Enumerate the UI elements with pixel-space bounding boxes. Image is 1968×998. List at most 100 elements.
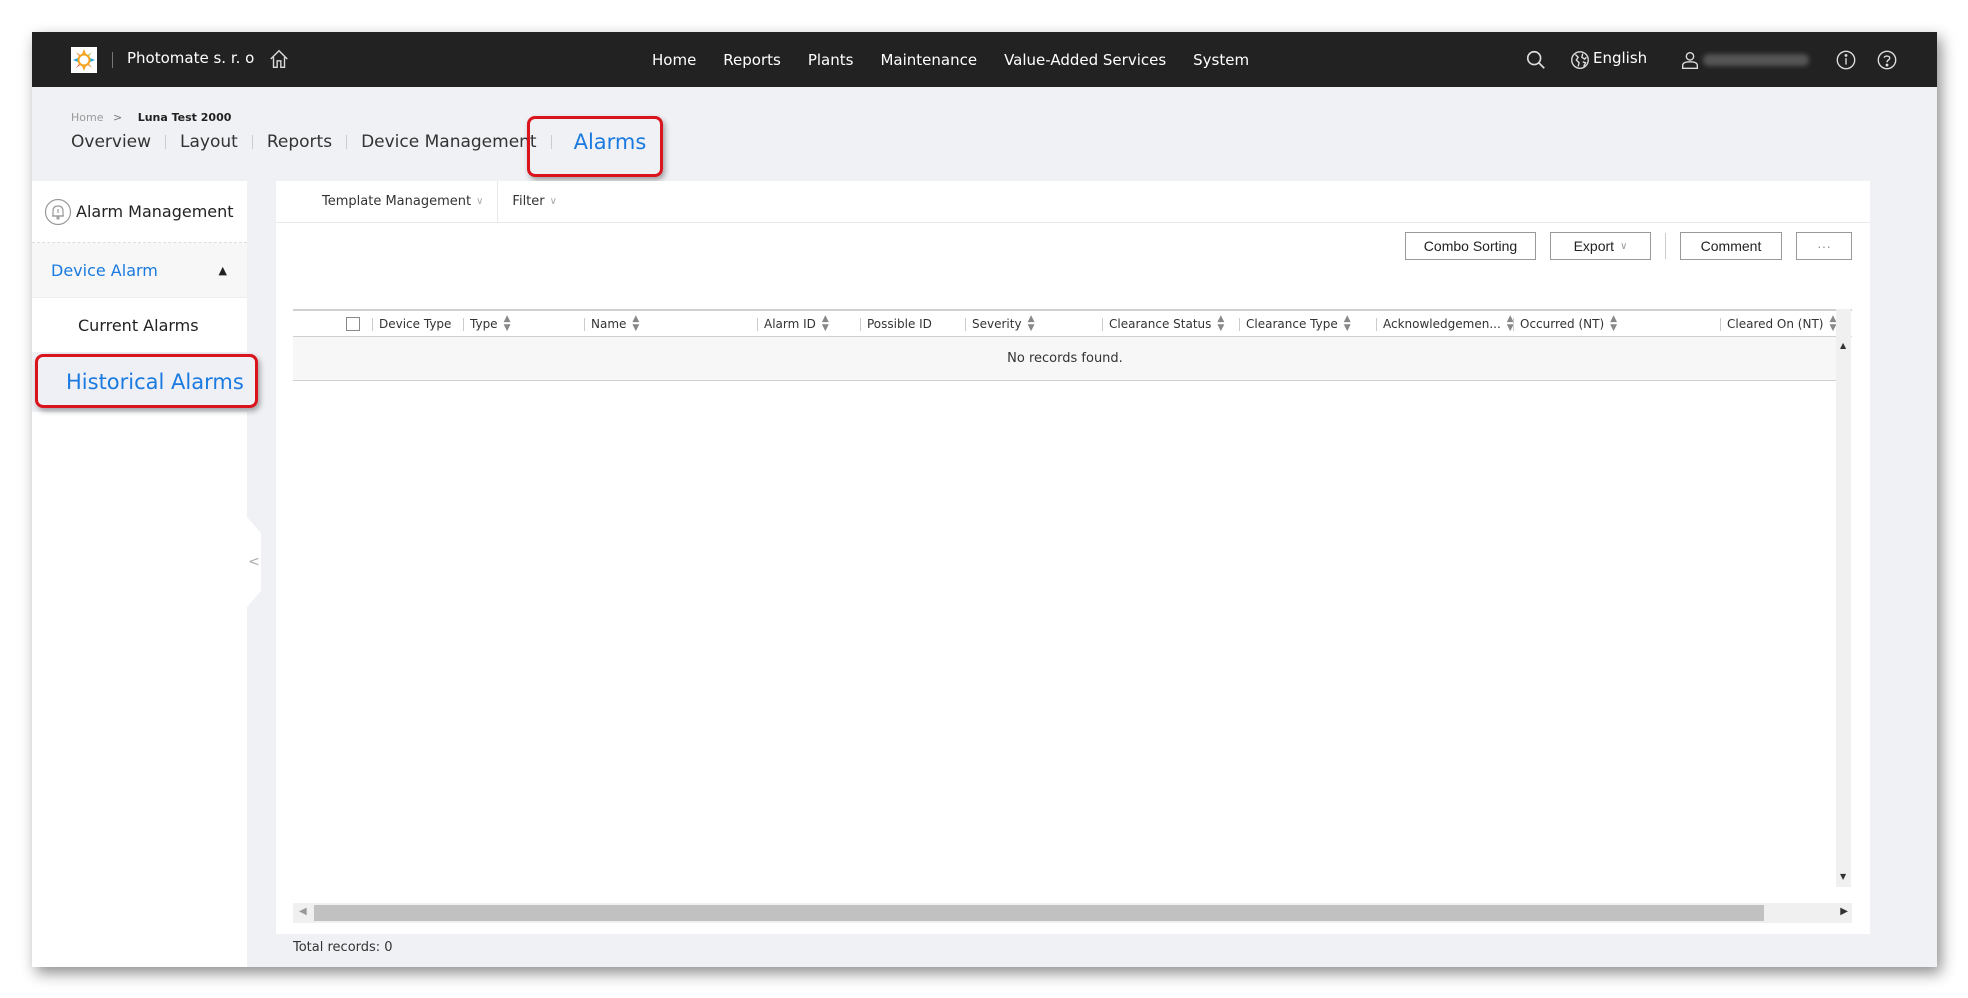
help-icon[interactable] bbox=[1876, 49, 1898, 71]
column-label: Cleared On (NT) bbox=[1727, 317, 1824, 331]
scroll-left-arrow[interactable]: ◀ bbox=[299, 906, 307, 917]
sort-icon[interactable]: ▲ ▼ bbox=[632, 315, 639, 333]
action-buttons: Combo Sorting Export ∨ Comment ··· bbox=[1405, 232, 1852, 260]
top-navigation-bar: Photomate s. r. o Home Reports Plants Ma… bbox=[32, 32, 1937, 87]
column-cleared-on[interactable]: Cleared On (NT) ▲ ▼ bbox=[1720, 311, 1836, 337]
more-button[interactable]: ··· bbox=[1796, 232, 1852, 260]
chevron-left-icon: < bbox=[248, 554, 260, 570]
column-device-type[interactable]: Device Type bbox=[372, 311, 451, 337]
toolbar-divider bbox=[497, 180, 499, 223]
nav-value-added-services[interactable]: Value-Added Services bbox=[1004, 51, 1166, 69]
home-icon[interactable] bbox=[268, 48, 290, 70]
search-icon[interactable] bbox=[1525, 49, 1547, 71]
column-label: Alarm ID bbox=[764, 317, 816, 331]
column-label: Severity bbox=[972, 317, 1022, 331]
chevron-down-icon: ∨ bbox=[1620, 240, 1628, 252]
sidebar-group-device-alarm[interactable]: Device Alarm ▲ bbox=[32, 243, 247, 298]
sort-icon[interactable]: ▲ ▼ bbox=[1610, 315, 1617, 333]
scroll-right-arrow[interactable]: ▶ bbox=[1840, 906, 1848, 917]
vertical-scrollbar[interactable]: ▲ ▼ bbox=[1836, 309, 1851, 887]
nav-reports[interactable]: Reports bbox=[723, 51, 781, 69]
filter-label: Filter bbox=[512, 194, 545, 209]
column-acknowledgement[interactable]: Acknowledgemen... ▲ ▼ bbox=[1376, 311, 1514, 337]
sort-icon[interactable]: ▲ ▼ bbox=[822, 315, 829, 333]
column-label: Possible ID bbox=[867, 317, 932, 331]
company-name: Photomate s. r. o bbox=[127, 49, 255, 67]
alarms-panel: Template Management ∨ Filter ∨ Combo Sor… bbox=[276, 180, 1870, 955]
table-header: Device Type Type ▲ ▼ Name ▲ ▼ Alarm ID ▲ ▼ Pos… bbox=[293, 309, 1852, 337]
alarm-sidebar: Alarm Management Device Alarm ▲ Current … bbox=[32, 181, 247, 967]
app-window: Photomate s. r. o Home Reports Plants Ma… bbox=[32, 32, 1937, 967]
combo-sorting-button[interactable]: Combo Sorting bbox=[1405, 232, 1536, 260]
sort-icon[interactable]: ▲ ▼ bbox=[1028, 315, 1035, 333]
column-label: Name bbox=[591, 317, 627, 331]
export-button[interactable]: Export ∨ bbox=[1550, 232, 1651, 260]
comment-button[interactable]: Comment bbox=[1680, 232, 1782, 260]
info-icon[interactable] bbox=[1835, 49, 1857, 71]
sidebar-group-label: Device Alarm bbox=[51, 260, 158, 280]
horizontal-scrollbar[interactable]: ◀ ▶ bbox=[293, 903, 1852, 923]
column-label: Clearance Status bbox=[1109, 317, 1212, 331]
panel-toolbar: Template Management ∨ Filter ∨ bbox=[276, 180, 1870, 223]
brand-divider bbox=[112, 52, 113, 68]
empty-state-row: No records found. bbox=[293, 337, 1837, 381]
export-label: Export bbox=[1573, 238, 1615, 254]
column-severity[interactable]: Severity ▲ ▼ bbox=[965, 311, 1034, 337]
tab-overview[interactable]: Overview bbox=[71, 132, 151, 152]
tab-divider bbox=[346, 135, 348, 149]
breadcrumb-home[interactable]: Home bbox=[71, 111, 103, 124]
template-management-dropdown[interactable]: Template Management ∨ bbox=[276, 181, 497, 222]
button-divider bbox=[1665, 233, 1666, 259]
alarms-table: Device Type Type ▲ ▼ Name ▲ ▼ Alarm ID ▲ ▼ Pos… bbox=[293, 309, 1852, 381]
column-alarm-id[interactable]: Alarm ID ▲ ▼ bbox=[757, 311, 829, 337]
tab-divider bbox=[165, 135, 167, 149]
highlight-box-alarms-tab bbox=[527, 116, 663, 177]
language-selector[interactable]: English bbox=[1593, 49, 1647, 67]
tab-layout[interactable]: Layout bbox=[180, 132, 238, 152]
globe-icon[interactable] bbox=[1569, 49, 1591, 71]
sort-icon[interactable]: ▲ ▼ bbox=[504, 315, 511, 333]
username-redacted[interactable] bbox=[1703, 54, 1809, 66]
column-label: Occurred (NT) bbox=[1520, 317, 1605, 331]
empty-message: No records found. bbox=[1007, 351, 1123, 366]
chevron-down-icon: ∨ bbox=[549, 196, 557, 207]
chevron-up-icon: ▲ bbox=[218, 263, 227, 277]
column-label: Clearance Type bbox=[1246, 317, 1338, 331]
select-all-checkbox[interactable] bbox=[346, 317, 360, 331]
column-occurred[interactable]: Occurred (NT) ▲ ▼ bbox=[1513, 311, 1617, 337]
sidebar-title: Alarm Management bbox=[76, 202, 234, 221]
column-clearance-status[interactable]: Clearance Status ▲ ▼ bbox=[1102, 311, 1224, 337]
tab-device-management[interactable]: Device Management bbox=[361, 132, 537, 152]
scroll-up-arrow[interactable]: ▲ bbox=[1840, 341, 1846, 350]
tab-divider bbox=[251, 135, 253, 149]
sidebar-item-label: Current Alarms bbox=[78, 315, 199, 335]
bell-icon bbox=[44, 198, 72, 225]
user-icon[interactable] bbox=[1679, 49, 1701, 71]
total-records: Total records: 0 bbox=[293, 940, 393, 955]
filter-dropdown[interactable]: Filter ∨ bbox=[512, 181, 571, 222]
sidebar-collapse-handle[interactable]: < bbox=[247, 517, 261, 607]
tab-reports[interactable]: Reports bbox=[267, 132, 332, 152]
sidebar-item-current-alarms[interactable]: Current Alarms bbox=[32, 298, 247, 352]
main-nav: Home Reports Plants Maintenance Value-Ad… bbox=[652, 32, 1249, 87]
breadcrumb-current: Luna Test 2000 bbox=[137, 111, 232, 124]
nav-plants[interactable]: Plants bbox=[808, 51, 854, 69]
column-label: Acknowledgemen... bbox=[1383, 317, 1501, 331]
breadcrumb-separator: > bbox=[112, 111, 123, 124]
column-type[interactable]: Type ▲ ▼ bbox=[463, 311, 510, 337]
sort-icon[interactable]: ▲ ▼ bbox=[1217, 315, 1224, 333]
column-name[interactable]: Name ▲ ▼ bbox=[584, 311, 639, 337]
nav-maintenance[interactable]: Maintenance bbox=[880, 51, 977, 69]
nav-home[interactable]: Home bbox=[652, 51, 696, 69]
template-management-label: Template Management bbox=[322, 194, 472, 209]
column-clearance-type[interactable]: Clearance Type ▲ ▼ bbox=[1239, 311, 1351, 337]
nav-system[interactable]: System bbox=[1193, 51, 1249, 69]
sort-icon[interactable]: ▲ ▼ bbox=[1344, 315, 1351, 333]
scroll-down-arrow[interactable]: ▼ bbox=[1840, 872, 1846, 881]
column-label: Type bbox=[470, 317, 498, 331]
highlight-box-historical-alarms bbox=[35, 354, 258, 408]
logo-icon[interactable] bbox=[71, 47, 97, 73]
scrollbar-thumb[interactable] bbox=[314, 905, 1764, 921]
column-possible-id[interactable]: Possible ID bbox=[860, 311, 932, 337]
breadcrumb: Home > Luna Test 2000 bbox=[71, 111, 231, 124]
